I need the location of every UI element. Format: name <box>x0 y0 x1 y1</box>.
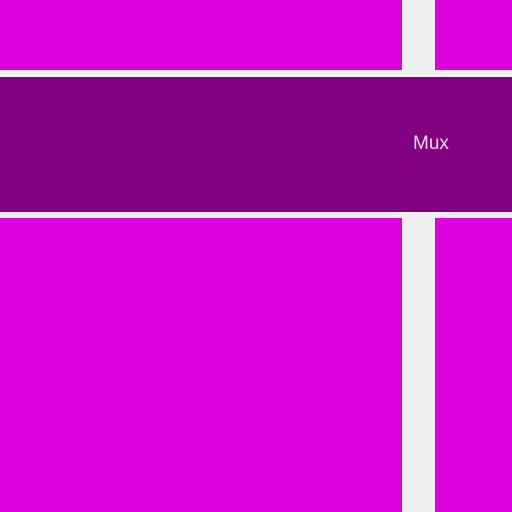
screen: Mux <box>0 0 512 512</box>
tile-bottom-right[interactable] <box>435 218 512 512</box>
tile-top-right[interactable] <box>435 0 512 70</box>
tile-top-left[interactable] <box>0 0 402 70</box>
banner-label: Mux <box>413 133 449 154</box>
tile-bottom-left[interactable] <box>0 218 402 512</box>
